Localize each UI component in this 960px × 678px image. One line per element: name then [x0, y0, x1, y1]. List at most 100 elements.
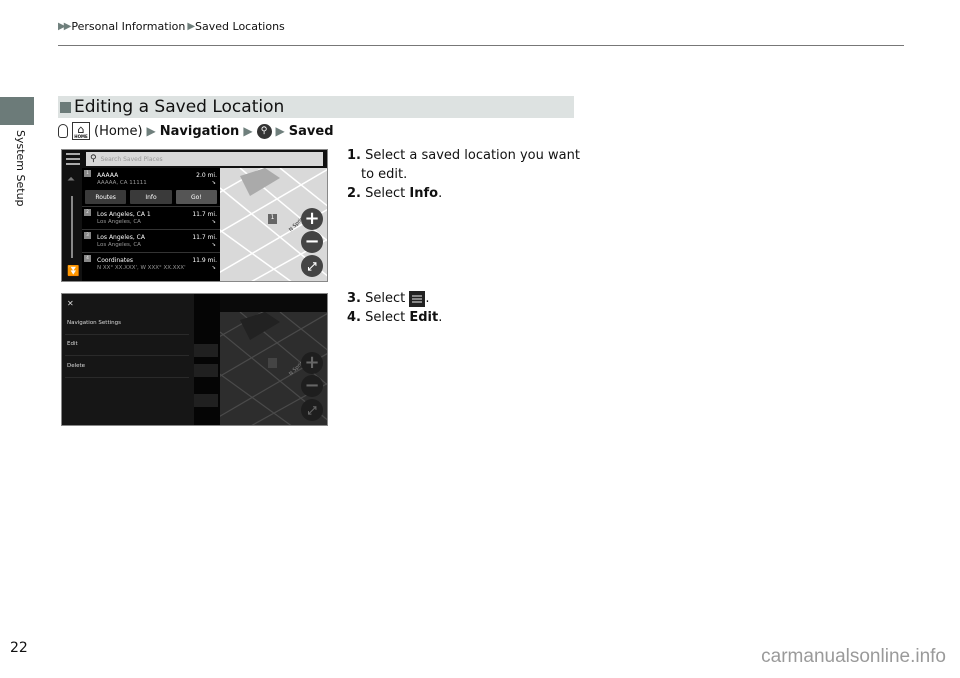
- step-3: 3. Select .: [347, 289, 430, 308]
- go-button[interactable]: Go!: [175, 190, 217, 204]
- scrollbar[interactable]: ⏶ ⏬: [62, 168, 82, 281]
- map-view[interactable]: 1 N Spring St + − ⤢: [220, 168, 327, 281]
- saved-label: Saved: [288, 123, 334, 139]
- search-icon: ⚲: [90, 154, 97, 164]
- scroll-up-icon[interactable]: ⏶: [67, 174, 75, 185]
- breadcrumb-item[interactable]: Personal Information: [71, 20, 185, 33]
- step-text: Select a saved location you want: [365, 148, 580, 163]
- item-actions: Routes Info Go!: [82, 188, 220, 207]
- item-distance: 11.9 mi.: [192, 257, 217, 264]
- options-menu: ✕ Navigation Settings Edit Delete: [62, 294, 194, 425]
- options-menu-screen: N Spring St + − ⤢ ✕ Navigation Settings …: [61, 293, 328, 426]
- divider: [65, 334, 189, 335]
- search-input[interactable]: ⚲ Search Saved Places: [86, 152, 323, 166]
- item-address: Los Angeles, CA: [97, 219, 141, 225]
- menu-item-navigation-settings[interactable]: Navigation Settings: [67, 320, 121, 326]
- zoom-in-button: +: [301, 352, 323, 374]
- zoom-in-button[interactable]: +: [301, 208, 323, 230]
- divider: [65, 377, 189, 378]
- routes-button[interactable]: Routes: [85, 190, 127, 204]
- menu-icon: [409, 290, 426, 307]
- ui-label: Edit: [409, 310, 439, 325]
- square-bullet-icon: [60, 101, 71, 113]
- step-text: Select: [365, 186, 410, 201]
- voice-command-icon: [58, 124, 68, 138]
- scroll-track[interactable]: [71, 196, 73, 258]
- direction-arrow-icon: ➘: [211, 242, 216, 248]
- dimmed-button: [194, 394, 218, 407]
- step-2: 2. Select Info.: [347, 184, 442, 203]
- dimmed-button: [194, 344, 218, 357]
- list-item[interactable]: 4 Coordinates N XX° XX.XXX', W XXX° XX.X…: [82, 253, 220, 276]
- saved-places-list: 1 AAAAA AAAAA, CA 11111 2.0 mi. ➘ Routes…: [82, 168, 220, 281]
- item-distance: 2.0 mi.: [196, 172, 217, 179]
- page-number: 22: [10, 640, 28, 656]
- navigation-label: Navigation: [159, 123, 240, 139]
- step-text: to edit.: [361, 167, 408, 182]
- list-item[interactable]: 3 Los Angeles, CA Los Angeles, CA 11.7 m…: [82, 230, 220, 253]
- fit-map-button[interactable]: ⤢: [301, 255, 323, 277]
- arrow-icon: ▶: [275, 124, 285, 138]
- section-title: Editing a Saved Location: [74, 97, 285, 117]
- item-number: 1: [84, 170, 91, 177]
- fit-map-button: ⤢: [301, 399, 323, 421]
- direction-arrow-icon: ➘: [211, 219, 216, 225]
- item-distance: 11.7 mi.: [192, 211, 217, 218]
- menu-item-edit[interactable]: Edit: [67, 341, 78, 347]
- item-name: Coordinates: [97, 257, 134, 264]
- map-view: N Spring St + − ⤢: [220, 312, 327, 425]
- item-name: Los Angeles, CA: [97, 234, 145, 241]
- section-heading: Editing a Saved Location: [58, 96, 574, 118]
- step-number: 1.: [347, 148, 361, 163]
- arrow-icon: ▶: [146, 124, 156, 138]
- punctuation: .: [438, 310, 443, 325]
- item-address: Los Angeles, CA: [97, 242, 141, 248]
- search-icon: ⚲: [256, 123, 272, 139]
- saved-places-screen: 1 N Spring St + − ⤢ ⚲ Search Saved Place…: [61, 149, 328, 282]
- watermark: carmanualsonline.info: [761, 646, 946, 667]
- home-icon: ⌂ HOME: [72, 122, 90, 140]
- step-4: 4. Select Edit.: [347, 308, 442, 327]
- scroll-down-icon[interactable]: ⏬: [67, 266, 79, 277]
- arrow-icon: ▶: [187, 21, 195, 32]
- step-text: Select: [365, 291, 410, 306]
- dimmed-button: [194, 364, 218, 377]
- ui-label: Info: [409, 186, 439, 201]
- double-arrow-icon: ▶▶: [58, 21, 71, 32]
- step-number: 3.: [347, 291, 361, 306]
- item-distance: 11.7 mi.: [192, 234, 217, 241]
- item-number: 2: [84, 209, 91, 216]
- map-pin-icon: [268, 358, 277, 368]
- arrow-icon: ▶: [243, 124, 253, 138]
- menu-icon[interactable]: [66, 153, 80, 165]
- menu-item-delete[interactable]: Delete: [67, 363, 85, 369]
- map-pin-icon[interactable]: 1: [268, 214, 277, 224]
- zoom-out-button[interactable]: −: [301, 231, 323, 253]
- header-divider: [58, 45, 904, 46]
- search-placeholder: Search Saved Places: [100, 155, 163, 163]
- breadcrumb-item[interactable]: Saved Locations: [195, 20, 285, 33]
- step-number: 4.: [347, 310, 361, 325]
- direction-arrow-icon: ➘: [211, 265, 216, 271]
- step-1: 1. Select a saved location you want to e…: [347, 146, 580, 184]
- section-tab-marker: [0, 97, 34, 125]
- top-bar: ⚲ Search Saved Places: [62, 150, 327, 168]
- item-name: AAAAA: [97, 172, 119, 179]
- item-name: Los Angeles, CA 1: [97, 211, 151, 218]
- divider: [65, 355, 189, 356]
- list-item[interactable]: 2 Los Angeles, CA 1 Los Angeles, CA 11.7…: [82, 207, 220, 230]
- info-button[interactable]: Info: [130, 190, 172, 204]
- operation-path: ⌂ HOME (Home) ▶ Navigation ▶ ⚲ ▶ Saved: [58, 122, 334, 140]
- direction-arrow-icon: ➘: [211, 180, 216, 186]
- item-number: 4: [84, 255, 91, 262]
- punctuation: .: [438, 186, 443, 201]
- list-item[interactable]: 1 AAAAA AAAAA, CA 11111 2.0 mi. ➘: [82, 168, 220, 188]
- item-number: 3: [84, 232, 91, 239]
- zoom-out-button: −: [301, 375, 323, 397]
- breadcrumb: ▶▶ Personal Information ▶ Saved Location…: [58, 20, 285, 33]
- home-label: (Home): [94, 123, 143, 139]
- side-section-label: System Setup: [14, 130, 27, 207]
- item-address: N XX° XX.XXX', W XXX° XX.XXX': [97, 265, 186, 271]
- item-address: AAAAA, CA 11111: [97, 180, 147, 186]
- close-icon[interactable]: ✕: [67, 299, 74, 308]
